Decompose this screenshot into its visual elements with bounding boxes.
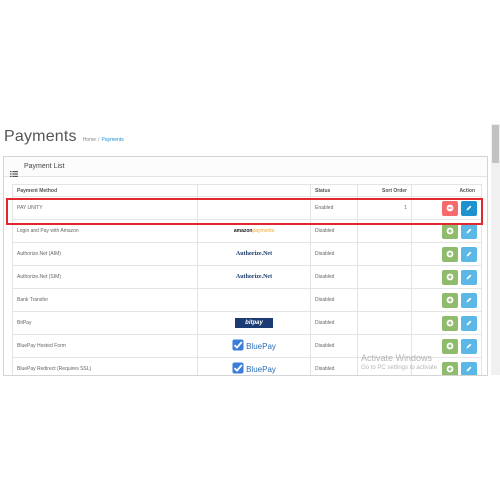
payment-logo-cell: BluePay: [197, 334, 311, 358]
table-row: BluePay Hosted Form BluePay Disabled: [12, 334, 482, 358]
amazon-payments-logo[interactable]: amazonpayments: [234, 228, 274, 234]
table-row: Authorize.Net (AIM) Authorize.Net Disabled: [12, 242, 482, 266]
bluepay-logo-text: BluePay: [246, 341, 276, 351]
payment-table: Payment Method Status Sort Order Action …: [12, 184, 482, 375]
payment-status: Disabled: [310, 265, 358, 289]
payment-status: Disabled: [310, 242, 358, 266]
payment-actions: [411, 334, 482, 358]
panel-title: Payment List: [24, 163, 65, 170]
breadcrumb-home[interactable]: Home: [83, 137, 96, 143]
column-header-status[interactable]: Status: [310, 184, 358, 197]
payment-actions: [411, 196, 482, 220]
payment-status: Disabled: [310, 219, 358, 243]
panel-heading: Payment List: [4, 157, 487, 177]
authorize-net-logo[interactable]: Authorize.Net: [236, 274, 272, 280]
edit-button[interactable]: [461, 361, 477, 375]
bluepay-logo[interactable]: BluePay: [232, 362, 276, 375]
payment-actions: [411, 311, 482, 335]
payment-actions: [411, 357, 482, 375]
payment-actions: [411, 265, 482, 289]
authorize-net-logo[interactable]: Authorize.Net: [236, 251, 272, 257]
payment-logo-cell: Authorize.Net: [197, 242, 311, 266]
edit-button[interactable]: [461, 223, 477, 239]
install-button[interactable]: [442, 315, 458, 331]
bluepay-logo-text: BluePay: [246, 364, 276, 374]
payment-status: Disabled: [310, 357, 358, 375]
payment-logo-cell: amazonpayments: [197, 219, 311, 243]
install-button[interactable]: [442, 223, 458, 239]
table-row: Login and Pay with Amazon amazonpayments D…: [12, 219, 482, 243]
uninstall-button[interactable]: [442, 200, 458, 216]
edit-button[interactable]: [461, 246, 477, 262]
payment-sort-order: 1: [357, 196, 412, 220]
table-header-row: Payment Method Status Sort Order Action: [12, 184, 482, 197]
edit-button[interactable]: [461, 292, 477, 308]
payment-method-name: BluePay Redirect (Requires SSL): [12, 357, 198, 375]
table-row: BluePay Redirect (Requires SSL) BluePay Di…: [12, 357, 482, 375]
table-row: BitPay bitpay Disabled: [12, 311, 482, 335]
table-row: PAY UNITY Enabled 1: [12, 196, 482, 220]
scrollbar-thumb[interactable]: [492, 125, 499, 163]
payment-status: Disabled: [310, 311, 358, 335]
table-row: Bank Transfer Disabled: [12, 288, 482, 312]
breadcrumb-payments[interactable]: Payments: [101, 137, 123, 143]
payment-sort-order: [357, 311, 412, 335]
column-header-sort-order[interactable]: Sort Order: [357, 184, 412, 197]
bluepay-check-icon: [232, 339, 244, 353]
payment-sort-order: [357, 219, 412, 243]
payment-sort-order: [357, 334, 412, 358]
payment-method-name: Authorize.Net (SIM): [12, 265, 198, 289]
payment-method-name: BluePay Hosted Form: [12, 334, 198, 358]
column-header-action: Action: [411, 184, 482, 197]
payment-sort-order: [357, 265, 412, 289]
payment-status: Disabled: [310, 334, 358, 358]
payment-logo-cell: [197, 288, 311, 312]
payment-sort-order: [357, 288, 412, 312]
payment-method-name: Bank Transfer: [12, 288, 198, 312]
scrollbar[interactable]: [491, 124, 500, 375]
payment-logo-cell: BluePay: [197, 357, 311, 375]
payment-list-panel: Payment List Payment Method Status Sort …: [3, 156, 488, 376]
edit-button[interactable]: [461, 338, 477, 354]
edit-button[interactable]: [461, 315, 477, 331]
payment-logo-cell: [197, 196, 311, 220]
amazon-logo-payments-text: payments: [252, 227, 275, 234]
payment-sort-order: [357, 242, 412, 266]
edit-button[interactable]: [461, 269, 477, 285]
breadcrumb-separator: /: [98, 137, 100, 143]
payment-method-name: Login and Pay with Amazon: [12, 219, 198, 243]
install-button[interactable]: [442, 338, 458, 354]
payment-logo-cell: Authorize.Net: [197, 265, 311, 289]
install-button[interactable]: [442, 292, 458, 308]
install-button[interactable]: [442, 269, 458, 285]
payment-method-name: Authorize.Net (AIM): [12, 242, 198, 266]
page-header: Payments Home / Payments: [4, 128, 124, 146]
payment-actions: [411, 288, 482, 312]
column-header-logo: [197, 184, 311, 197]
payment-actions: [411, 219, 482, 243]
bitpay-logo[interactable]: bitpay: [235, 318, 273, 328]
list-icon: [10, 164, 18, 177]
edit-button[interactable]: [461, 200, 477, 216]
bluepay-logo[interactable]: BluePay: [232, 339, 276, 353]
payment-method-name: BitPay: [12, 311, 198, 335]
payment-method-name: PAY UNITY: [12, 196, 198, 220]
payment-sort-order: [357, 357, 412, 375]
page-title: Payments: [4, 128, 77, 145]
payment-logo-cell: bitpay: [197, 311, 311, 335]
bluepay-check-icon: [232, 362, 244, 375]
table-row: Authorize.Net (SIM) Authorize.Net Disabled: [12, 265, 482, 289]
install-button[interactable]: [442, 246, 458, 262]
amazon-logo-text: amazon: [233, 227, 253, 234]
payment-status: Disabled: [310, 288, 358, 312]
install-button[interactable]: [442, 361, 458, 375]
column-header-payment-method[interactable]: Payment Method: [12, 184, 198, 197]
payment-actions: [411, 242, 482, 266]
breadcrumb: Home / Payments: [83, 137, 124, 143]
payment-status: Enabled: [310, 196, 358, 220]
